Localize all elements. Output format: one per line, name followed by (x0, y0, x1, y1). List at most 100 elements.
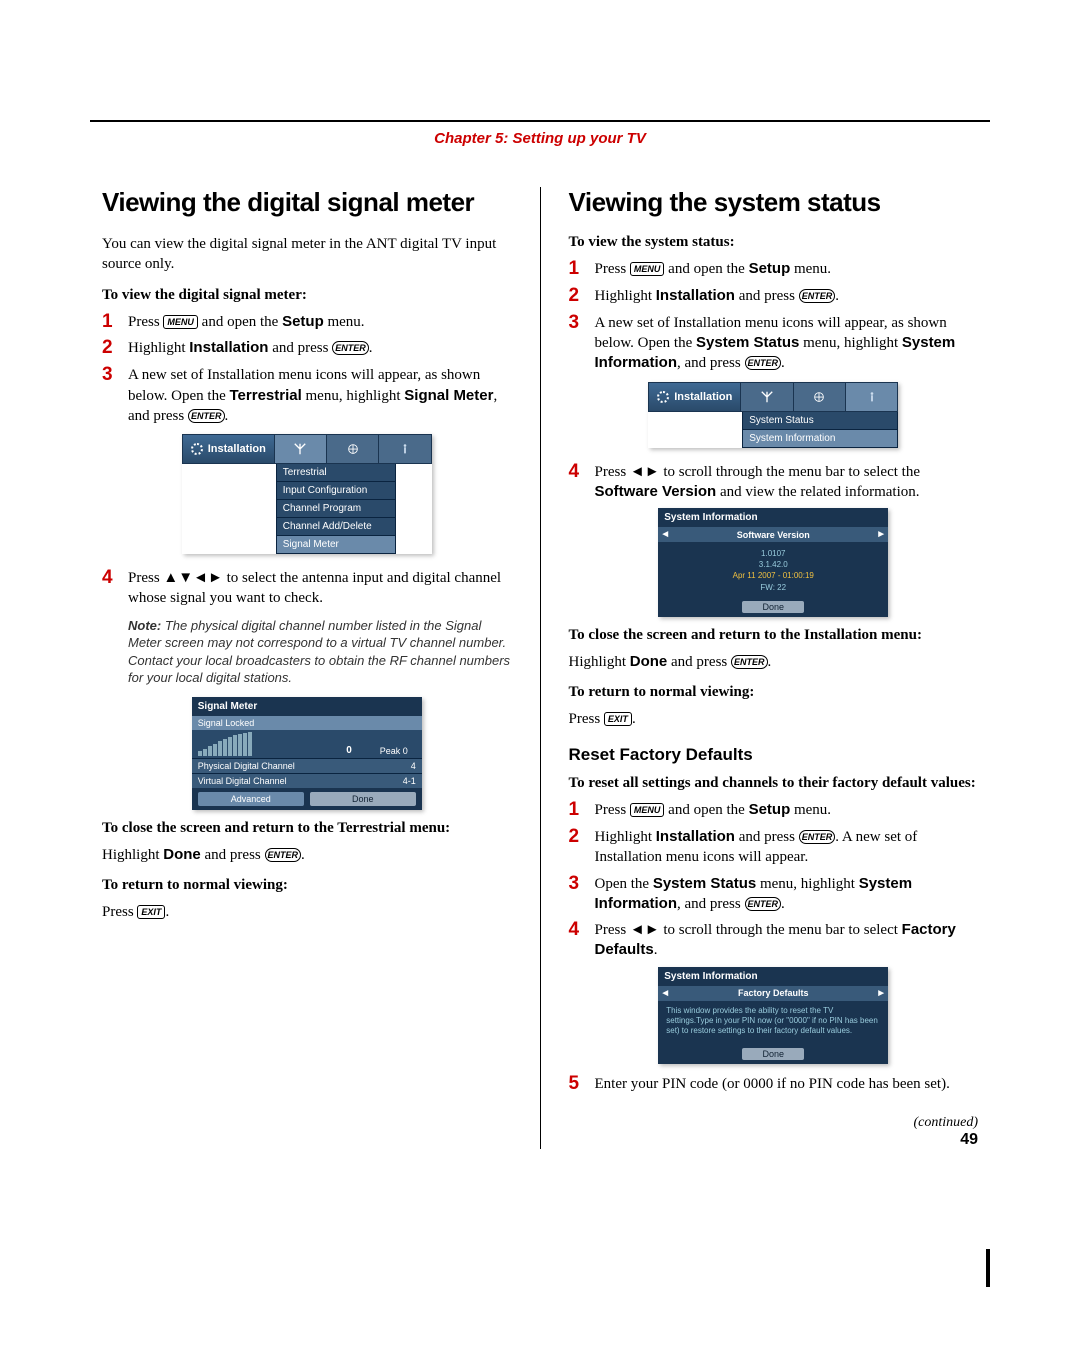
text: Press (102, 904, 137, 920)
text: and press (667, 654, 731, 670)
left-step-4: 4 Press ▲▼◄► to select the antenna input… (102, 568, 512, 609)
signal-meter-mock: Signal Meter Signal Locked 0 Peak 0 Phys… (192, 697, 422, 810)
menu-item: System Status (743, 412, 897, 430)
text: and open the (664, 802, 748, 818)
text: and press (268, 340, 332, 356)
right-arrow-icon: ► (874, 986, 888, 1001)
menu-key-icon: MENU (630, 262, 665, 276)
step-number: 1 (569, 800, 595, 821)
text: menu. (790, 802, 831, 818)
step-number: 3 (569, 874, 595, 895)
step-number: 3 (102, 365, 128, 386)
software-version-label: Software Version (595, 483, 717, 500)
sm-row-r: 4-1 (403, 776, 416, 786)
page-edge-rule (986, 1249, 990, 1287)
text: menu. (790, 261, 831, 277)
left-return-head: To return to normal viewing: (102, 877, 512, 894)
reset-step-3: 3 Open the System Status menu, highlight… (569, 874, 979, 915)
text: and press (735, 829, 799, 845)
text: Press (128, 314, 163, 330)
exit-key-icon: EXIT (137, 905, 165, 919)
right-column: Viewing the system status To view the sy… (541, 187, 991, 1149)
tab-info-icon (846, 383, 897, 411)
left-intro: You can view the digital signal meter in… (102, 234, 512, 275)
gear-icon (657, 391, 669, 403)
right-close-text: Highlight Done and press ENTER. (569, 652, 979, 672)
left-column: Viewing the digital signal meter You can… (90, 187, 541, 1149)
right-step-2: 2 Highlight Installation and press ENTER… (569, 286, 979, 307)
text: Press (595, 261, 630, 277)
left-subhead: To view the digital signal meter: (102, 287, 512, 304)
sm-title: Signal Meter (192, 697, 422, 716)
tab-text: Installation (208, 443, 266, 455)
enter-key-icon: ENTER (188, 409, 225, 423)
reset-step-4: 4 Press ◄► to scroll through the menu ba… (569, 920, 979, 961)
text: to scroll through the menu bar to select (660, 922, 902, 938)
step-number: 4 (569, 920, 595, 941)
setup-label: Setup (749, 260, 791, 277)
system-status-label: System Status (696, 334, 799, 351)
installation-label: Installation (656, 828, 735, 845)
right-close-head: To close the screen and return to the In… (569, 627, 979, 644)
sm-row-l: Physical Digital Channel (198, 761, 295, 771)
menu-item-selected: Signal Meter (277, 536, 395, 553)
installation-menu-mock: Installation Terrestrial Input Configura… (182, 434, 432, 554)
left-arrow-icon: ◄ (658, 527, 672, 542)
text: , and press (677, 896, 745, 912)
text: Highlight (595, 829, 656, 845)
text: to scroll through the menu bar to select… (660, 464, 920, 480)
text: menu, highlight (302, 388, 405, 404)
si-line: Apr 11 2007 - 01:00:19 (662, 570, 884, 581)
left-step-1: 1 Press MENU and open the Setup menu. (102, 312, 512, 333)
text: menu, highlight (756, 876, 859, 892)
left-return-text: Press EXIT. (102, 902, 512, 922)
done-label: Done (630, 653, 668, 670)
right-step-4: 4 Press ◄► to scroll through the menu ba… (569, 462, 979, 503)
left-title: Viewing the digital signal meter (102, 187, 512, 218)
arrow-keys-icon: ▲▼◄► (163, 569, 222, 586)
enter-key-icon: ENTER (332, 341, 369, 355)
step-number: 2 (569, 827, 595, 848)
menu-key-icon: MENU (163, 315, 198, 329)
step-number: 5 (569, 1074, 595, 1095)
menu-item: Terrestrial (277, 464, 395, 482)
continued-label: (continued) (569, 1115, 979, 1131)
installation-menu-mock-right: Installation System Status System Inform… (648, 382, 898, 448)
si-tab-label: Software Version (672, 528, 874, 542)
page-number: 49 (569, 1131, 979, 1149)
tab-installation: Installation (183, 435, 275, 463)
reset-step-2: 2 Highlight Installation and press ENTER… (569, 827, 979, 868)
right-step-1: 1 Press MENU and open the Setup menu. (569, 259, 979, 280)
left-arrow-icon: ◄ (658, 986, 672, 1001)
fd-body: This window provides the ability to rese… (658, 1001, 888, 1044)
right-return-head: To return to normal viewing: (569, 684, 979, 701)
text: , and press (677, 355, 745, 371)
right-subhead: To view the system status: (569, 234, 979, 251)
system-status-label: System Status (653, 875, 756, 892)
enter-key-icon: ENTER (265, 848, 302, 862)
reset-subhead: To reset all settings and channels to th… (569, 775, 979, 792)
text: Press (595, 922, 630, 938)
tab-info-icon (379, 435, 430, 463)
right-step-3: 3 A new set of Installation menu icons w… (569, 313, 979, 374)
reset-step-1: 1 Press MENU and open the Setup menu. (569, 800, 979, 821)
fd-done-button: Done (742, 1048, 804, 1060)
sm-row-l: Virtual Digital Channel (198, 776, 287, 786)
text: Highlight (595, 288, 656, 304)
enter-key-icon: ENTER (745, 897, 782, 911)
menu-item: Input Configuration (277, 482, 395, 500)
text: and open the (198, 314, 282, 330)
factory-defaults-mock: System Information ◄Factory Defaults► Th… (658, 967, 888, 1064)
note-block: Note: The physical digital channel numbe… (128, 617, 512, 687)
text: and press (201, 847, 265, 863)
si-title: System Information (658, 508, 888, 527)
si-done-button: Done (742, 601, 804, 613)
tab-installation: Installation (649, 383, 741, 411)
tab-antenna-icon (741, 383, 793, 411)
menu-item: Channel Program (277, 500, 395, 518)
exit-key-icon: EXIT (604, 712, 632, 726)
installation-label: Installation (656, 287, 735, 304)
arrow-keys-icon: ◄► (630, 921, 660, 938)
step-number: 1 (102, 312, 128, 333)
right-return-text: Press EXIT. (569, 709, 979, 729)
